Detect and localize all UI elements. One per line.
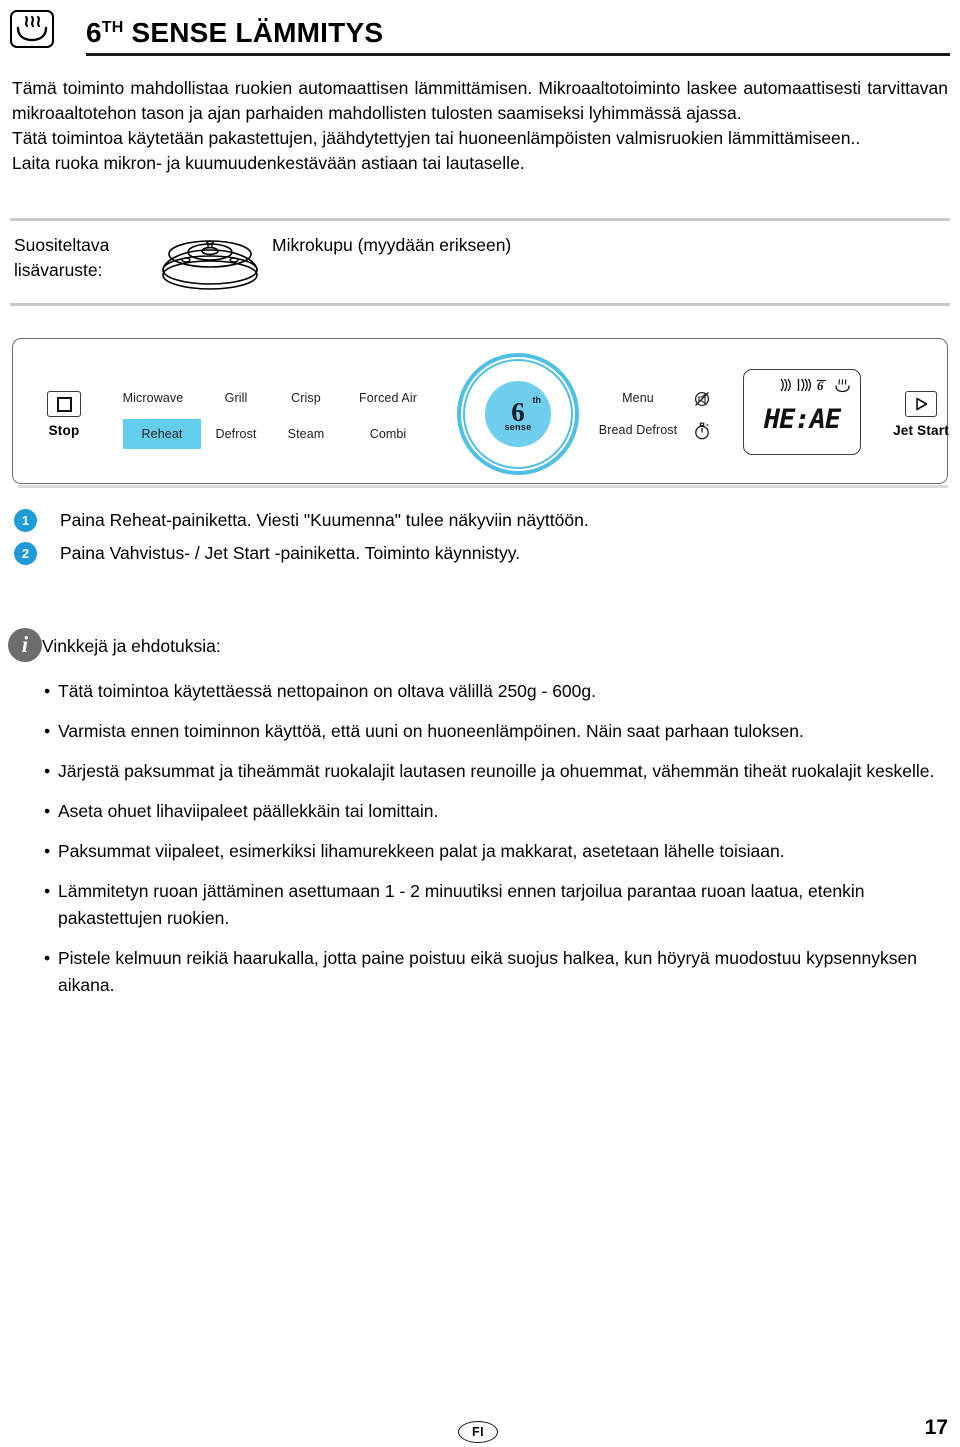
step-text: Paina Reheat-painiketta. Viesti "Kuumenn… <box>60 510 589 530</box>
step-number-badge: 1 <box>14 509 37 532</box>
grill-waves-icon <box>797 377 812 398</box>
tip-item: Aseta ohuet lihaviipaleet päällekkäin ta… <box>44 798 950 825</box>
step-item: 1 Paina Reheat-painiketta. Viesti "Kuume… <box>12 506 942 539</box>
jet-start-button[interactable]: Jet Start <box>889 391 953 438</box>
tip-item: Pistele kelmuun reikiä haarukalla, jotta… <box>44 945 950 999</box>
page-title: 6TH SENSE LÄMMITYS <box>86 8 383 53</box>
6th-sense-knob[interactable]: 6 th sense <box>457 353 579 475</box>
mode-reheat[interactable]: Reheat <box>123 419 201 449</box>
menu-label-column: Menu Bread Defrost <box>593 391 683 437</box>
mute-icon[interactable] <box>685 389 719 409</box>
mode-microwave[interactable]: Microwave <box>105 391 201 405</box>
tips-list: Tätä toimintoa käytettäessä nettopainon … <box>44 678 950 1012</box>
panel-shadow <box>18 485 948 488</box>
mode-steam[interactable]: Steam <box>271 427 341 441</box>
mode-forced-air[interactable]: Forced Air <box>341 391 435 405</box>
bread-defrost-label[interactable]: Bread Defrost <box>593 423 683 437</box>
page-header: 6TH SENSE LÄMMITYS <box>10 8 950 60</box>
display-value: HE:AE <box>763 404 841 435</box>
stop-square-icon <box>47 391 81 417</box>
stop-button[interactable]: Stop <box>37 391 91 438</box>
mode-button-grid: Microwave Grill Crisp Forced Air Reheat … <box>105 391 435 451</box>
heat-dish-icon <box>10 10 54 48</box>
heat-dish-icon <box>834 377 851 398</box>
knob-th-label: th <box>532 395 542 405</box>
knob-sense-label: sense <box>504 422 532 432</box>
accessory-description: Mikrokupu (myydään erikseen) <box>272 235 512 255</box>
header-divider <box>86 53 950 56</box>
timer-icon[interactable] <box>685 421 719 441</box>
accessory-divider-bottom <box>10 303 950 306</box>
steps-list: 1 Paina Reheat-painiketta. Viesti "Kuume… <box>12 506 942 572</box>
menu-icon-column <box>685 389 719 441</box>
manual-page: 6TH SENSE LÄMMITYS Tämä toiminto mahdoll… <box>0 0 960 1447</box>
step-item: 2 Paina Vahvistus- / Jet Start -painiket… <box>12 539 942 572</box>
menu-label[interactable]: Menu <box>593 391 683 405</box>
page-title-ordinal: TH <box>101 19 124 36</box>
tip-item: Tätä toimintoa käytettäessä nettopainon … <box>44 678 950 705</box>
intro-paragraph-1: Tämä toiminto mahdollistaa ruokien autom… <box>12 78 948 123</box>
display-screen: 6 HE:AE <box>743 369 861 455</box>
language-badge: FI <box>458 1421 498 1443</box>
mode-defrost[interactable]: Defrost <box>201 427 271 441</box>
stop-button-label: Stop <box>48 423 80 438</box>
intro-paragraph-2: Tätä toimintoa käytetään pakastettujen, … <box>12 128 861 148</box>
tip-item: Varmista ennen toiminnon käyttöä, että u… <box>44 718 950 745</box>
page-number: 17 <box>924 1416 948 1439</box>
accessory-section: Suositeltava lisävaruste: Mikrokupu (myy… <box>10 218 950 306</box>
knob-core: 6 th sense <box>485 381 551 447</box>
mode-grill[interactable]: Grill <box>201 391 271 405</box>
mode-combi[interactable]: Combi <box>341 427 435 441</box>
jet-start-label: Jet Start <box>893 423 949 438</box>
tip-item: Lämmitetyn ruoan jättäminen asettumaan 1… <box>44 878 950 932</box>
tips-title: Vinkkejä ja ehdotuksia: <box>42 636 221 656</box>
step-number-badge: 2 <box>14 542 37 565</box>
tips-header: i Vinkkejä ja ehdotuksia: <box>8 628 608 668</box>
info-icon: i <box>8 628 42 662</box>
mode-crisp[interactable]: Crisp <box>271 391 341 405</box>
tip-item: Järjestä paksummat ja tiheämmät ruokalaj… <box>44 758 950 785</box>
page-title-rest: SENSE LÄMMITYS <box>123 17 384 48</box>
microwave-cover-illustration <box>158 230 262 292</box>
play-triangle-icon <box>905 391 937 417</box>
microwave-waves-icon <box>778 377 792 398</box>
page-title-number: 6 <box>86 17 102 48</box>
control-panel: Stop Microwave Grill Crisp Forced Air Re… <box>12 338 949 484</box>
intro-text: Tämä toiminto mahdollistaa ruokien autom… <box>12 76 948 176</box>
accessory-divider-top <box>10 218 950 221</box>
step-text: Paina Vahvistus- / Jet Start -painiketta… <box>60 543 521 563</box>
display-indicators: 6 <box>778 376 856 398</box>
intro-paragraph-3: Laita ruoka mikron- ja kuumuudenkestävää… <box>12 153 525 173</box>
accessory-label: Suositeltava lisävaruste: <box>14 235 110 280</box>
tip-item: Paksummat viipaleet, esimerkiksi lihamur… <box>44 838 950 865</box>
sixth-sense-icon: 6 <box>816 377 829 398</box>
